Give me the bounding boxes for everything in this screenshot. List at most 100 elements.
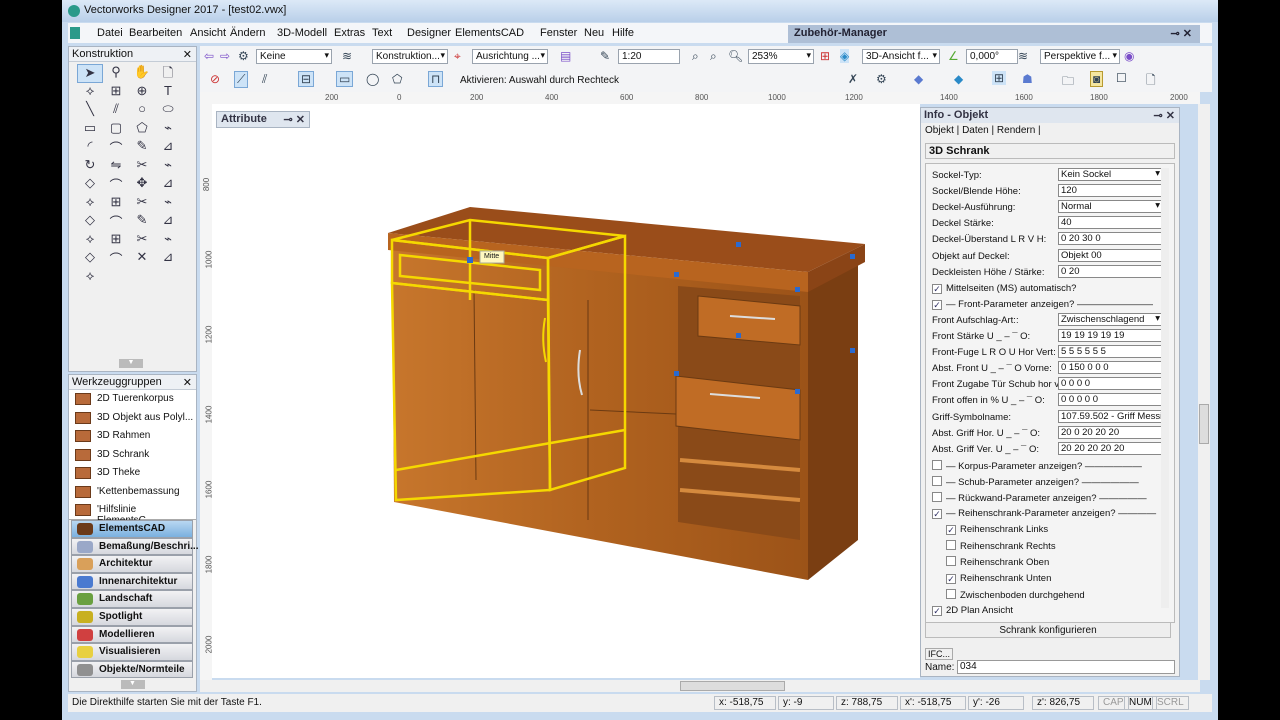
tool-icon[interactable]: ✗ — [848, 72, 858, 86]
cross-icon[interactable]: ✕ — [129, 249, 155, 268]
view-icon[interactable]: ◈ — [840, 49, 850, 63]
tab-rendern[interactable]: Rendern — [997, 125, 1035, 136]
toolset-architektur[interactable]: Architektur — [71, 555, 193, 573]
checkbox[interactable]: ✓ — [932, 299, 942, 310]
toolset-elementscad[interactable]: ElementsCAD — [71, 520, 193, 538]
polygon-select-icon[interactable]: ⬠ — [392, 72, 402, 86]
projection-select[interactable]: Perspektive f... — [1040, 49, 1120, 64]
tool-5[interactable]: 'Kettenbemassung — [69, 483, 196, 502]
angle-field[interactable]: 0,000° — [966, 49, 1018, 64]
menu-fenster[interactable]: Fenster — [540, 27, 577, 39]
window-icon[interactable]: ☐ — [1116, 71, 1127, 85]
param-value[interactable]: 20 20 20 20 20 — [1058, 441, 1164, 455]
expand-arrow-icon[interactable]: ▼ — [119, 359, 143, 368]
new-page-icon[interactable]: 🗋 — [1146, 71, 1156, 92]
param-value[interactable]: 40 — [1058, 216, 1164, 230]
split-icon[interactable]: ⌒ — [103, 175, 129, 194]
scale-field[interactable]: 1:20 — [618, 49, 680, 64]
menu-datei[interactable]: Datei — [97, 27, 123, 39]
zoom-fit-icon[interactable]: ⌕ — [692, 49, 699, 64]
freehand-icon[interactable]: ✎ — [129, 138, 155, 157]
back-icon[interactable]: ⇦ — [204, 49, 214, 63]
extend-icon[interactable]: ⌒ — [103, 249, 129, 268]
rectangle-select-icon[interactable]: ▭ — [336, 71, 354, 87]
checkbox[interactable]: ✓ — [932, 283, 942, 294]
rotate-icon[interactable]: ↻ — [77, 157, 103, 176]
tool-1[interactable]: 3D Objekt aus Polyl... — [69, 409, 196, 428]
param-value[interactable]: 0 0 0 0 — [1058, 377, 1164, 391]
magic-wand-icon[interactable]: ⚲ — [103, 64, 129, 83]
offset-icon[interactable]: ⊞ — [103, 194, 129, 213]
toolset-modellieren[interactable]: Modellieren — [71, 625, 193, 644]
expand-arrow-icon[interactable]: ▼ — [120, 680, 145, 690]
forward-icon[interactable]: ⇨ — [220, 49, 230, 63]
tool-0[interactable]: 2D Tuerenkorpus — [69, 390, 196, 409]
zoom-select[interactable]: 253% — [748, 49, 814, 64]
menu-designer[interactable]: Designer — [407, 27, 451, 39]
zoom-selection-icon[interactable]: ⌕ — [710, 49, 717, 64]
reshape-icon[interactable]: ⊿ — [155, 175, 181, 194]
trim-icon[interactable]: ✂ — [129, 231, 155, 250]
param-value[interactable]: Kein Sockel — [1058, 168, 1164, 181]
menu-ndern[interactable]: Ändern — [230, 27, 265, 39]
horizontal-scrollbar[interactable] — [200, 680, 1200, 692]
param-value[interactable]: 107.59.502 - Griff Messing — [1058, 409, 1164, 423]
fillet-icon[interactable]: ⌒ — [103, 212, 129, 231]
toolset-bemaungbeschri[interactable]: Bemaßung/Beschri... — [71, 537, 198, 556]
close-icon[interactable]: ✕ — [183, 376, 192, 389]
settings-icon[interactable]: ⚙ — [876, 72, 887, 86]
tab-objekt[interactable]: Objekt — [925, 125, 954, 136]
dimension-icon[interactable]: ⌒ — [103, 138, 129, 157]
plane-icon[interactable]: ⊞ — [820, 49, 830, 63]
connect-combine-icon[interactable]: ⟡ — [77, 231, 103, 250]
stamp-icon[interactable]: ⟡ — [77, 268, 103, 287]
update-icon[interactable]: ◆ — [954, 72, 963, 86]
rounded-rect-icon[interactable]: ▢ — [103, 120, 129, 139]
checkbox[interactable]: ✓ — [932, 509, 942, 520]
checkbox[interactable] — [932, 475, 942, 486]
clip-icon[interactable]: ◇ — [77, 212, 103, 231]
flyover-icon[interactable]: ⊞ — [103, 83, 129, 102]
param-value[interactable]: 0 20 — [1058, 264, 1164, 278]
tool-6[interactable]: 'Hilfslinie ElementsC... — [69, 501, 196, 526]
attribute-icon[interactable]: ⌁ — [155, 157, 181, 176]
eyedropper-icon[interactable]: ✂ — [129, 157, 155, 176]
param-value[interactable]: 0 150 0 0 0 — [1058, 361, 1164, 375]
toolset-landschaft[interactable]: Landschaft — [71, 590, 193, 608]
snap-off-icon[interactable]: ⊘ — [210, 72, 220, 86]
checkbox[interactable] — [932, 459, 942, 470]
scale-icon[interactable]: ⟡ — [77, 194, 103, 213]
rotate-view-icon[interactable]: ⟡ — [77, 83, 103, 102]
lasso-icon[interactable]: ◯ — [366, 72, 379, 86]
rectangle-icon[interactable]: ▭ — [77, 120, 103, 139]
close-icon[interactable]: ⊸ ✕ — [1154, 109, 1176, 122]
close-icon[interactable]: ⊸ ✕ — [284, 113, 306, 126]
page-icon[interactable]: 🗋 — [155, 64, 181, 83]
pan-hand-icon[interactable]: ✋ — [129, 64, 155, 83]
menu-text[interactable]: Text — [372, 27, 392, 39]
checkbox[interactable]: ✓ — [932, 605, 942, 616]
alignment-select[interactable]: Ausrichtung ... — [472, 49, 548, 64]
checkbox[interactable] — [946, 556, 956, 567]
checkbox[interactable]: ✓ — [946, 525, 956, 536]
measure-icon[interactable]: ◇ — [77, 249, 103, 268]
camera-icon[interactable]: ◙ — [1090, 71, 1104, 87]
chamfer-icon[interactable]: ✎ — [129, 212, 155, 231]
ifc-button[interactable]: IFC... — [925, 648, 953, 660]
checkbox[interactable] — [932, 492, 942, 502]
locus-icon[interactable]: ⊿ — [155, 138, 181, 157]
polygon-icon[interactable]: ⬠ — [129, 120, 155, 139]
menu-ansicht[interactable]: Ansicht — [190, 27, 226, 39]
zoom-icon[interactable]: 🔍︎ — [728, 49, 743, 63]
param-value[interactable]: Zwischenschlagend — [1058, 312, 1164, 326]
toolset-visualisieren[interactable]: Visualisieren — [71, 643, 193, 661]
hatch-icon[interactable]: ⊞ — [103, 231, 129, 250]
line-icon[interactable]: ╲ — [77, 101, 103, 120]
scrollbar[interactable] — [1161, 168, 1169, 608]
name-input[interactable]: 034 — [957, 660, 1175, 674]
toolset-objektenormteile[interactable]: Objekte/Normteile — [71, 660, 193, 679]
menu-elementscad[interactable]: ElementsCAD — [455, 27, 524, 39]
close-icon[interactable]: ⊸ ✕ — [1171, 27, 1193, 40]
mirror-axis-icon[interactable]: ⌁ — [155, 231, 181, 250]
circle-icon[interactable]: ○ — [129, 101, 155, 120]
